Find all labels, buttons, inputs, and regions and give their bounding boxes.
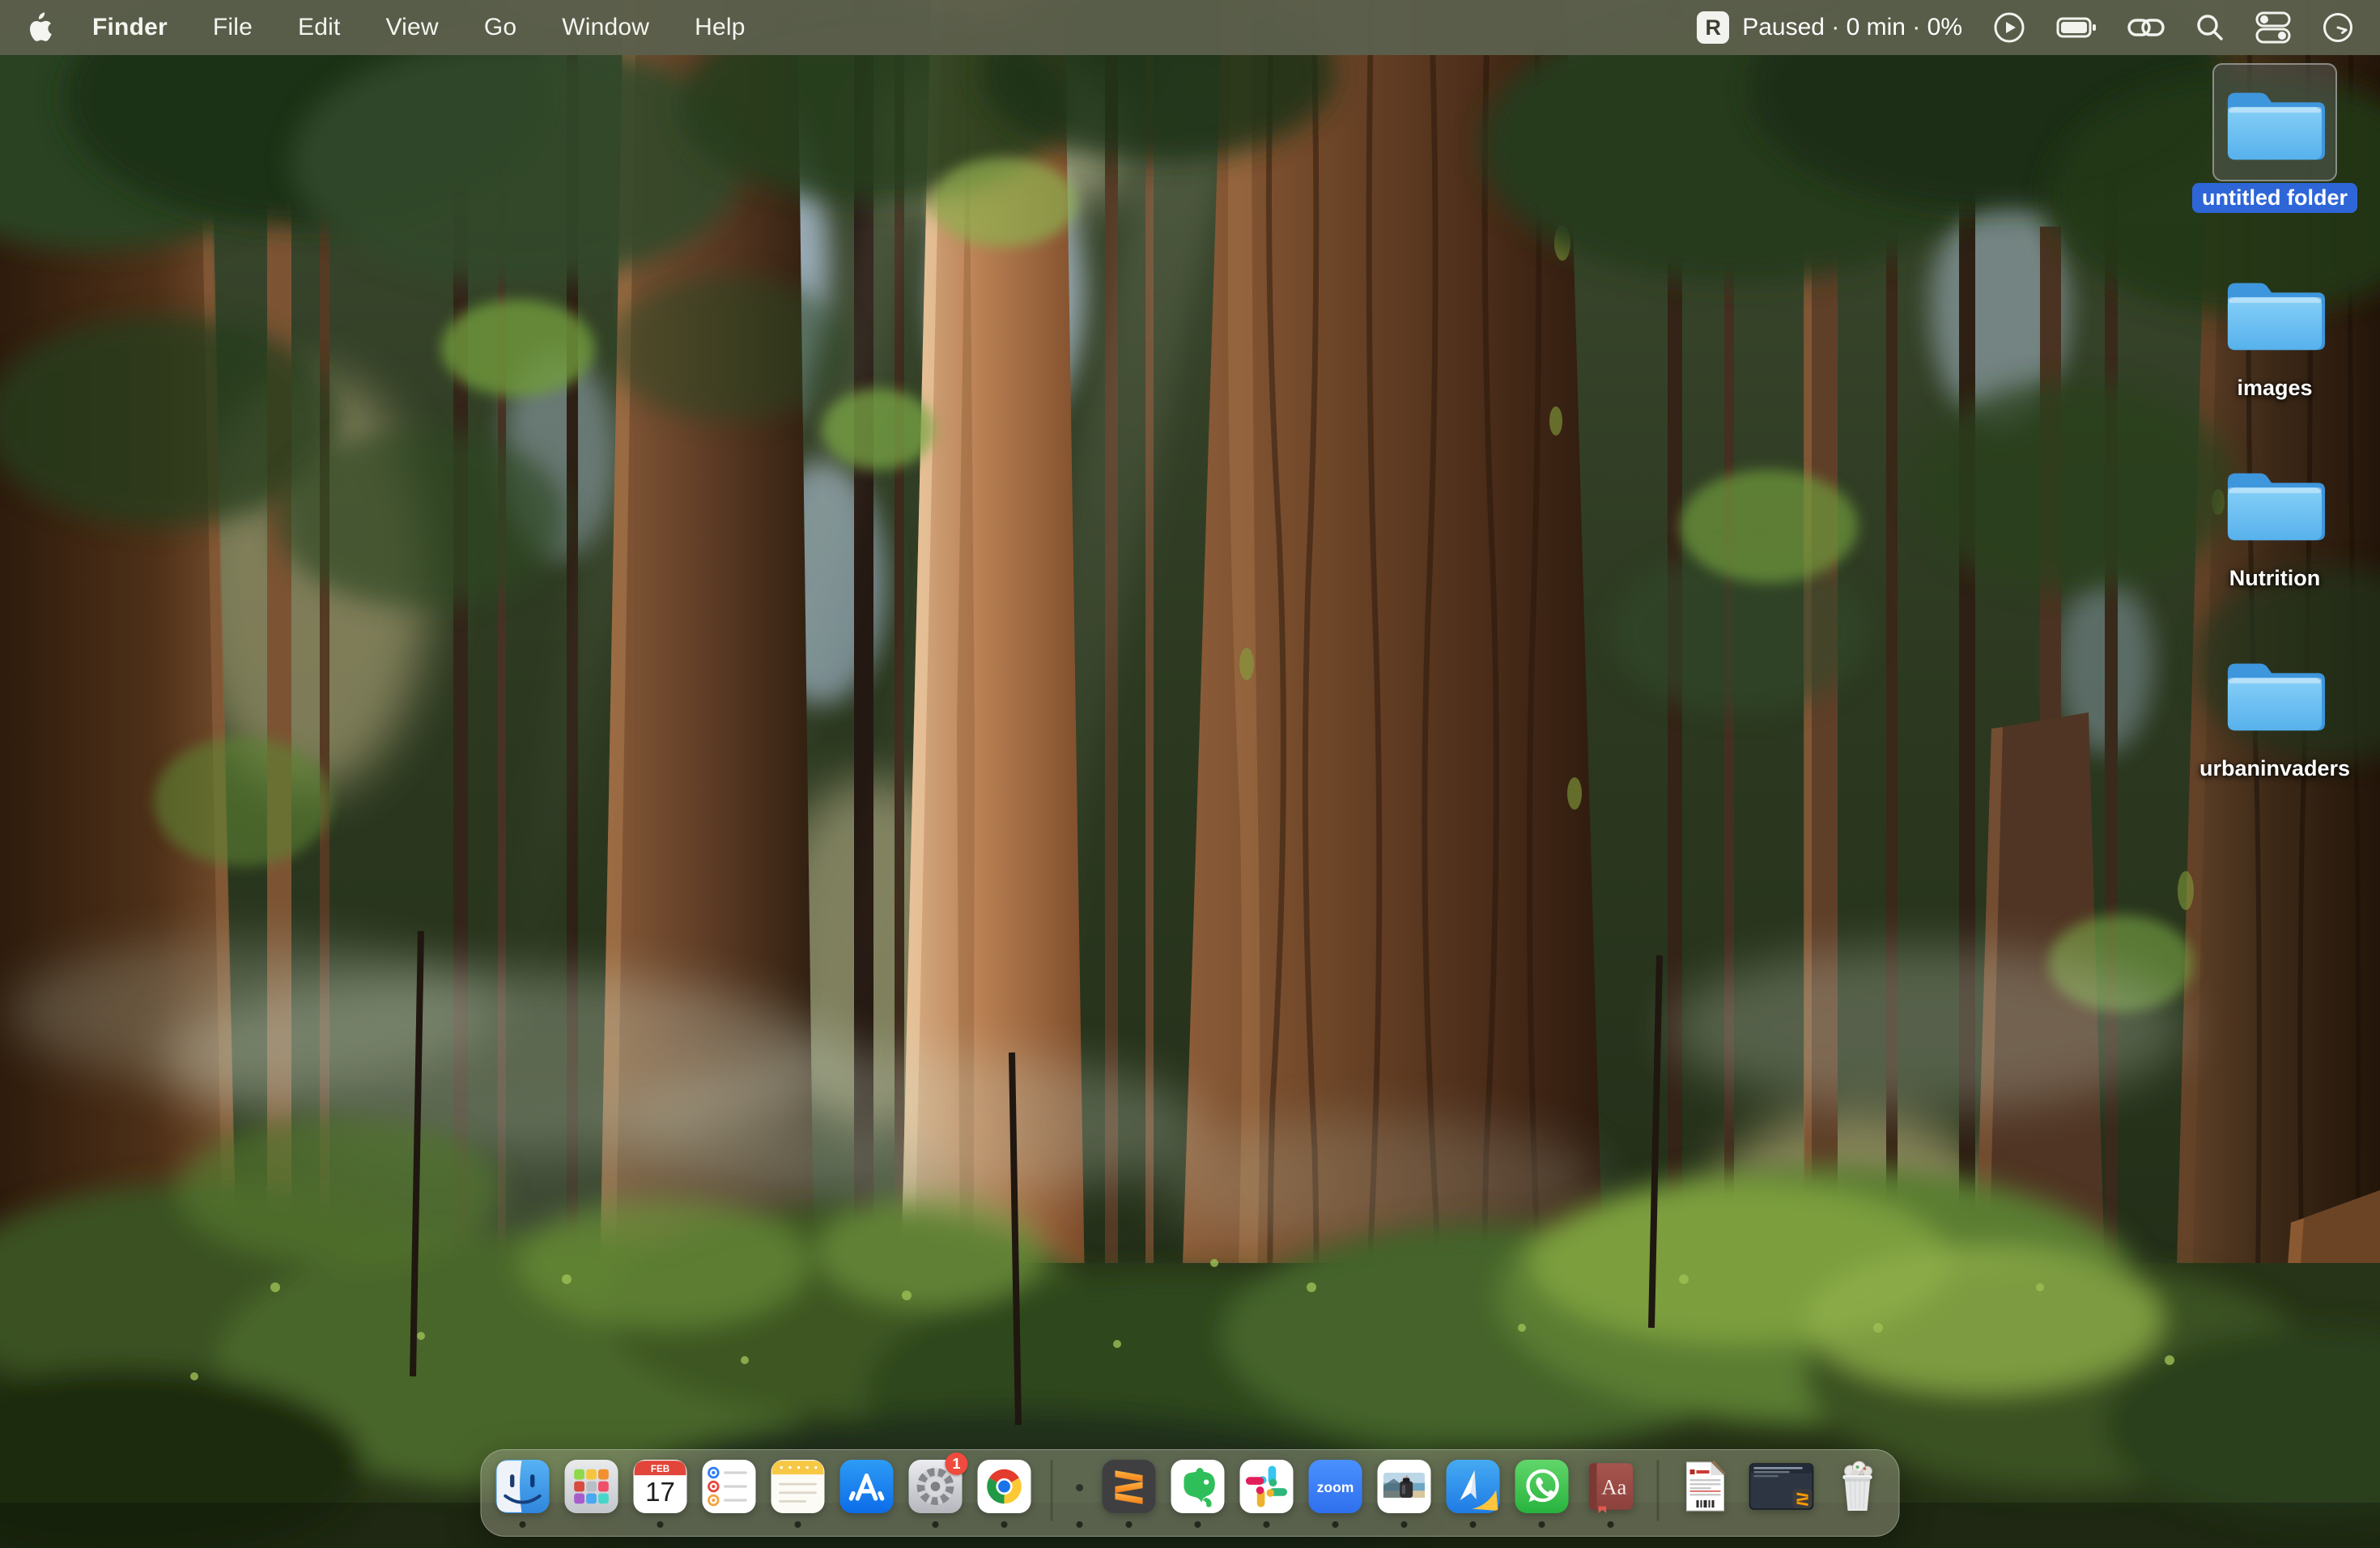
running-indicator	[1264, 1521, 1270, 1528]
notification-badge: 1	[946, 1452, 968, 1475]
evernote-icon	[1171, 1460, 1225, 1513]
slack-icon	[1240, 1460, 1294, 1513]
recorder-menu-extra[interactable]: R Paused · 0 min · 0%	[1697, 11, 1962, 44]
tiny-app-dot	[1076, 1484, 1083, 1491]
chrome-icon	[978, 1460, 1031, 1513]
running-indicator	[1401, 1521, 1408, 1528]
launchpad-icon	[565, 1460, 618, 1513]
dock-item-preview[interactable]	[1378, 1460, 1431, 1529]
battery-icon[interactable]	[2056, 15, 2097, 40]
menu-file[interactable]: File	[213, 14, 253, 41]
dock: FEB 17 1 zo	[481, 1449, 1900, 1537]
dock-item-pdf-doc[interactable]	[1679, 1460, 1732, 1529]
running-indicator	[1470, 1521, 1477, 1528]
running-indicator	[1332, 1521, 1339, 1528]
dock-item-evernote[interactable]	[1171, 1460, 1225, 1529]
play-circle-icon[interactable]	[1993, 11, 2025, 44]
folder-icon	[2223, 653, 2327, 733]
dock-item-spark[interactable]	[1447, 1460, 1500, 1529]
running-indicator	[933, 1521, 939, 1528]
apple-logo-icon	[26, 12, 52, 43]
folder-label: Nutrition	[2220, 563, 2330, 593]
recorder-icon: R	[1697, 11, 1729, 44]
recorder-status-text: Paused · 0 min · 0%	[1742, 14, 1962, 41]
apple-menu[interactable]	[26, 12, 52, 43]
link-icon[interactable]	[2127, 14, 2165, 41]
dock-item-launchpad[interactable]	[565, 1460, 618, 1529]
desktop-folder-urbaninvaders[interactable]: urbaninvaders	[2204, 634, 2346, 784]
dock-item-calendar[interactable]: FEB 17	[634, 1460, 687, 1529]
control-center-icon[interactable]	[2255, 11, 2291, 44]
dock-item-sublime[interactable]	[1103, 1460, 1156, 1529]
reminders-icon	[703, 1460, 756, 1513]
running-indicator	[520, 1521, 526, 1528]
menu-finder[interactable]: Finder	[92, 14, 168, 41]
preview-icon	[1378, 1460, 1431, 1513]
dock-item-min-window[interactable]	[1748, 1460, 1816, 1529]
folder-icon	[2223, 463, 2327, 542]
folder-label: images	[2227, 373, 2322, 403]
spotlight-search-icon[interactable]	[2195, 13, 2225, 42]
svg-text:FEB: FEB	[651, 1464, 669, 1474]
folder-label: urbaninvaders	[2190, 754, 2360, 784]
running-indicator	[1001, 1521, 1008, 1528]
dock-item-finder[interactable]	[496, 1460, 550, 1529]
desktop-folder-Nutrition[interactable]: Nutrition	[2204, 444, 2346, 593]
dock-item-trash[interactable]	[1831, 1460, 1885, 1529]
wallpaper-forest	[0, 0, 2380, 1548]
pdf-document-icon	[1679, 1460, 1732, 1513]
dock-item-reminders[interactable]	[703, 1460, 756, 1529]
dock-item-slack[interactable]	[1240, 1460, 1294, 1529]
sublime-text-icon	[1103, 1460, 1156, 1513]
macos-desktop: Finder File Edit View Go Window Help R Paused …	[0, 0, 2380, 1548]
desktop-folder-column: untitled folder images Nutrition urbanin…	[2204, 63, 2346, 784]
dock-separator	[1657, 1460, 1660, 1521]
svg-text:Aa: Aa	[1601, 1475, 1626, 1499]
running-indicator	[1195, 1521, 1201, 1528]
dock-item-whatsapp[interactable]	[1515, 1460, 1569, 1529]
menu-edit[interactable]: Edit	[298, 14, 341, 41]
desktop-folder-untitled-folder[interactable]: untitled folder	[2204, 63, 2346, 213]
running-indicator	[795, 1521, 801, 1528]
dock-separator	[1051, 1460, 1053, 1521]
folder-icon	[2223, 273, 2327, 352]
spark-icon	[1447, 1460, 1500, 1513]
calendar-icon: FEB 17	[634, 1460, 687, 1513]
notes-icon	[771, 1460, 825, 1513]
dock-item-mini-dot[interactable]	[1073, 1460, 1087, 1529]
menu-go[interactable]: Go	[484, 14, 516, 41]
dock-item-dictionary[interactable]: Aa	[1584, 1460, 1638, 1529]
dock-item-settings[interactable]: 1	[909, 1460, 963, 1529]
menu-help[interactable]: Help	[695, 14, 746, 41]
running-indicator	[1126, 1521, 1133, 1528]
finder-icon	[496, 1460, 550, 1513]
running-indicator	[1539, 1521, 1545, 1528]
whatsapp-icon	[1515, 1460, 1569, 1513]
running-indicator	[657, 1521, 664, 1528]
zoom-icon: zoom	[1309, 1460, 1362, 1513]
dock-item-chrome[interactable]	[978, 1460, 1031, 1529]
dock-item-notes[interactable]	[771, 1460, 825, 1529]
minimized-window-icon	[1748, 1460, 1816, 1513]
folder-label: untitled folder	[2192, 183, 2357, 213]
menu-window[interactable]: Window	[562, 14, 649, 41]
running-indicator	[1608, 1521, 1614, 1528]
dictionary-icon: Aa	[1584, 1460, 1638, 1513]
svg-text:zoom: zoom	[1317, 1479, 1354, 1495]
dock-item-zoom[interactable]: zoom	[1309, 1460, 1362, 1529]
menu-bar: Finder File Edit View Go Window Help R Paused …	[0, 0, 2380, 55]
folder-icon	[2223, 83, 2327, 162]
clock-icon[interactable]	[2322, 11, 2354, 44]
trash-icon	[1831, 1460, 1885, 1513]
desktop-folder-images[interactable]: images	[2204, 253, 2346, 403]
app-store-icon	[840, 1460, 894, 1513]
menu-view[interactable]: View	[386, 14, 439, 41]
svg-text:17: 17	[645, 1477, 675, 1507]
dock-item-appstore[interactable]	[840, 1460, 894, 1529]
running-indicator	[1077, 1521, 1083, 1528]
